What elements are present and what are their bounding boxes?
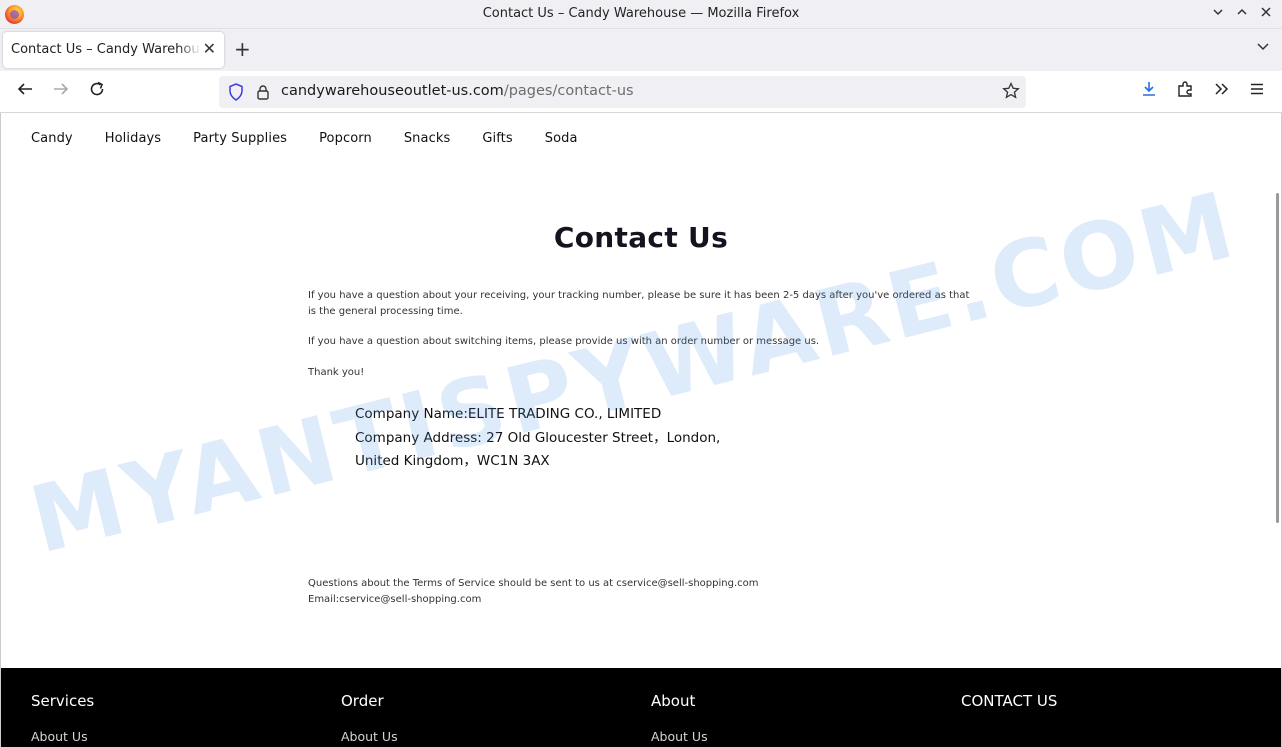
window-title: Contact Us – Candy Warehouse — Mozilla F… xyxy=(482,6,800,21)
new-tab-icon[interactable]: + xyxy=(234,37,251,61)
url-text[interactable]: candywarehouseoutlet-us.com/pages/contac… xyxy=(281,83,634,99)
nav-link-gifts[interactable]: Gifts xyxy=(482,131,512,146)
extensions-icon[interactable] xyxy=(1173,80,1197,104)
company-name: Company Name:ELITE TRADING CO., LIMITED xyxy=(355,406,662,422)
overflow-menu-icon[interactable] xyxy=(1209,80,1233,104)
tracking-protection-shield-icon[interactable] xyxy=(228,83,244,101)
maximize-icon[interactable] xyxy=(1232,4,1252,24)
site-navigation: Candy Holidays Party Supplies Popcorn Sn… xyxy=(31,131,610,146)
hamburger-menu-icon[interactable] xyxy=(1245,80,1269,104)
site-footer: Services About Us Order About Us About A… xyxy=(1,668,1281,747)
footer-heading: About xyxy=(651,692,696,710)
email-text: Email:cservice@sell-shopping.com xyxy=(308,594,482,605)
reload-icon[interactable] xyxy=(85,80,109,104)
tab-bar: Contact Us – Candy Warehouse ✕ + xyxy=(0,29,1282,71)
window-titlebar: Contact Us – Candy Warehouse — Mozilla F… xyxy=(0,0,1282,29)
footer-heading: Services xyxy=(31,692,95,710)
close-window-icon[interactable] xyxy=(1256,4,1276,24)
footer-column-about: About About Us xyxy=(651,692,708,744)
tab-title: Contact Us – Candy Warehouse xyxy=(11,42,201,57)
nav-link-snacks[interactable]: Snacks xyxy=(404,131,451,146)
web-page: Candy Holidays Party Supplies Popcorn Sn… xyxy=(0,113,1282,747)
navigation-toolbar: candywarehouseoutlet-us.com/pages/contac… xyxy=(0,71,1282,113)
footer-column-order: Order About Us xyxy=(341,692,398,744)
nav-link-soda[interactable]: Soda xyxy=(545,131,578,146)
company-address-line-1: Company Address: 27 Old Gloucester Stree… xyxy=(355,429,721,446)
company-info-image: Company Name:ELITE TRADING CO., LIMITED … xyxy=(355,403,720,474)
minimize-icon[interactable] xyxy=(1208,4,1228,24)
footer-link[interactable]: About Us xyxy=(651,729,708,744)
address-bar[interactable]: candywarehouseoutlet-us.com/pages/contac… xyxy=(219,76,1026,108)
forward-icon[interactable] xyxy=(49,80,73,104)
footer-link[interactable]: About Us xyxy=(31,729,94,744)
footer-column-contact: CONTACT US xyxy=(961,692,1057,710)
footer-link[interactable]: About Us xyxy=(341,729,398,744)
footer-column-services: Services About Us xyxy=(31,692,94,744)
tab-list-chevron-icon[interactable] xyxy=(1256,39,1270,57)
nav-link-party-supplies[interactable]: Party Supplies xyxy=(193,131,287,146)
thank-you-text: Thank you! xyxy=(308,367,365,378)
back-icon[interactable] xyxy=(13,80,37,104)
terms-contact-text: Questions about the Terms of Service sho… xyxy=(308,578,759,589)
page-title: Contact Us xyxy=(553,221,729,254)
downloads-icon[interactable] xyxy=(1137,80,1161,104)
footer-heading: CONTACT US xyxy=(961,692,1058,710)
footer-heading: Order xyxy=(341,692,384,710)
bookmark-star-icon[interactable] xyxy=(1002,81,1020,105)
nav-link-candy[interactable]: Candy xyxy=(31,131,73,146)
nav-link-holidays[interactable]: Holidays xyxy=(105,131,161,146)
company-address-line-2: United Kingdom，WC1N 3AX xyxy=(355,453,550,469)
switching-items-text: If you have a question about switching i… xyxy=(308,336,820,347)
lock-icon[interactable] xyxy=(256,84,270,100)
tab-close-icon[interactable]: ✕ xyxy=(203,39,216,58)
browser-tab[interactable]: Contact Us – Candy Warehouse ✕ xyxy=(3,32,224,68)
processing-info-text: If you have a question about your receiv… xyxy=(308,290,970,317)
nav-link-popcorn[interactable]: Popcorn xyxy=(319,131,372,146)
